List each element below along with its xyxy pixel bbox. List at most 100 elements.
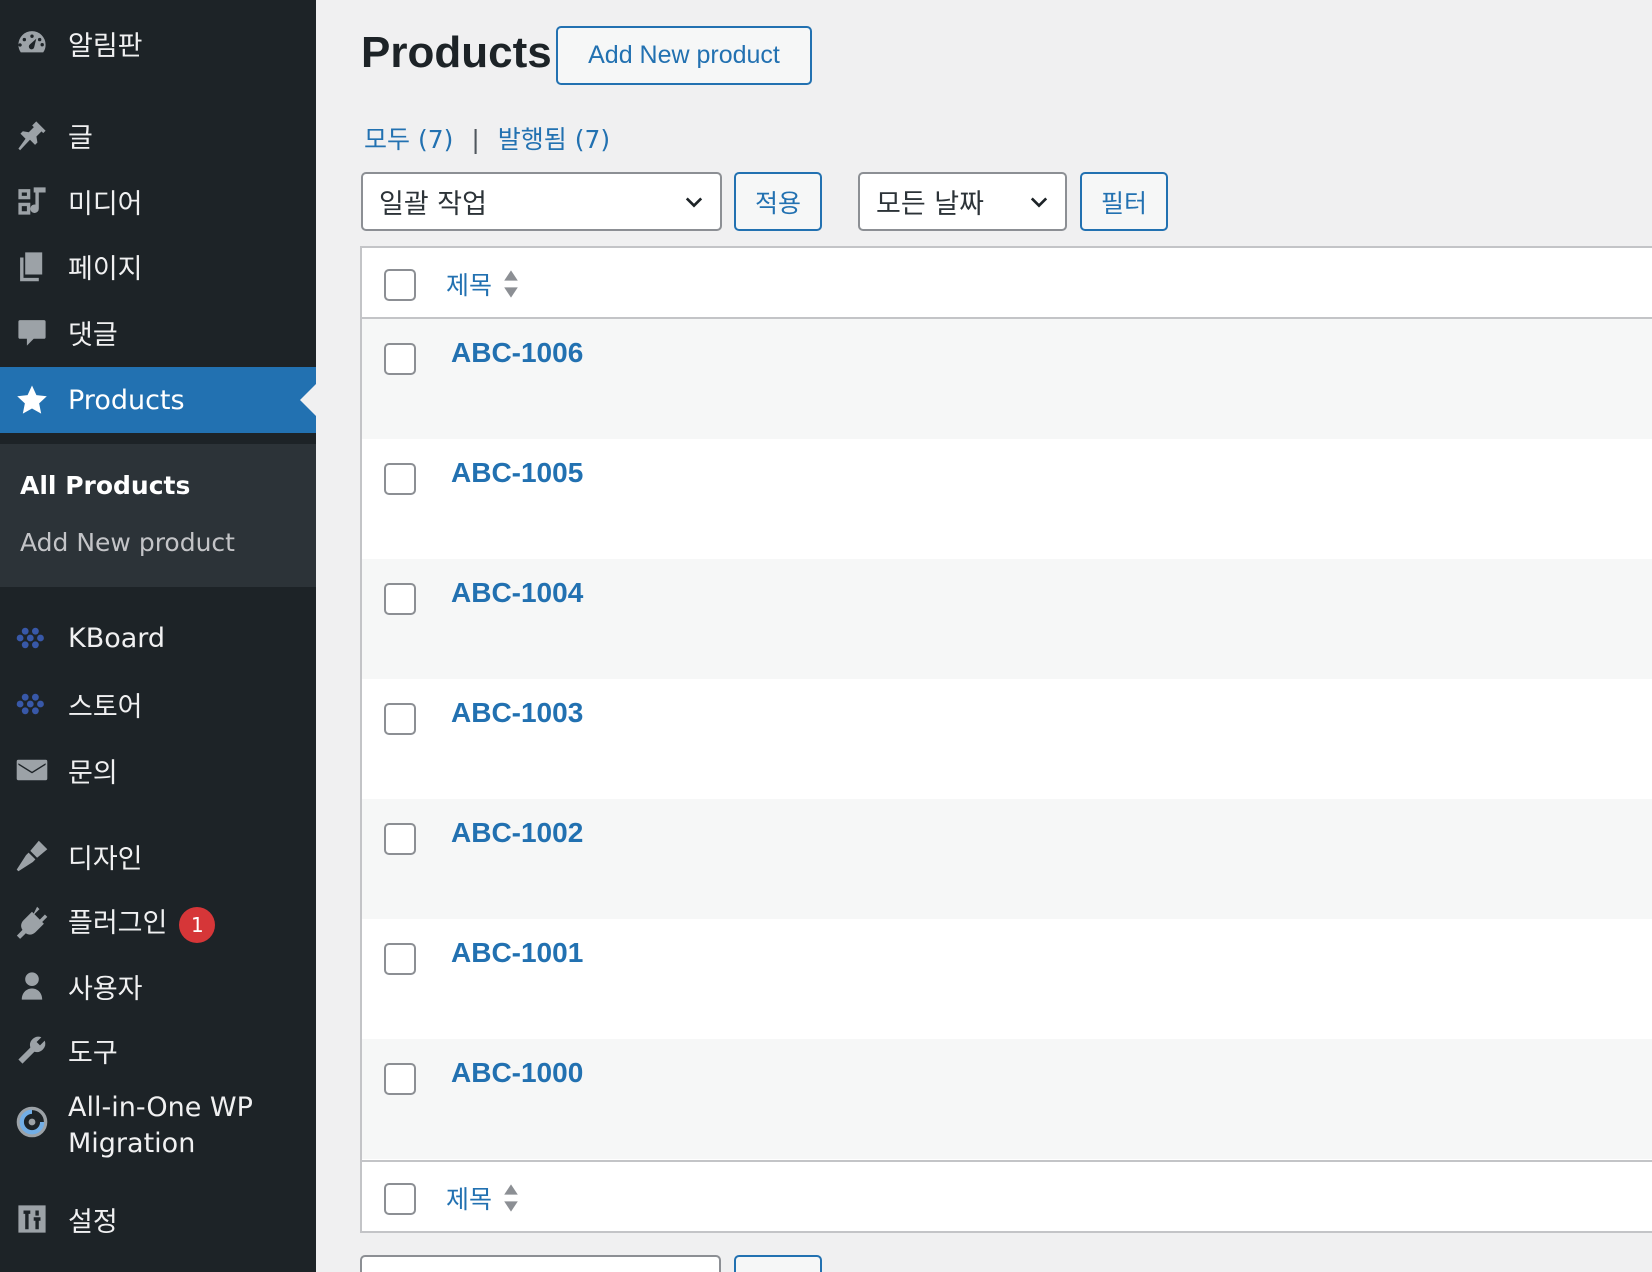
sidebar-item-label: 스토어 <box>68 691 143 723</box>
sidebar-item-settings[interactable]: 설정 <box>0 1188 316 1250</box>
media-icon <box>14 183 50 219</box>
view-published-label: 발행됨 <box>497 125 567 154</box>
row-checkbox[interactable] <box>384 463 416 495</box>
title-column-label: 제목 <box>446 271 493 300</box>
product-title-link[interactable]: ABC-1005 <box>451 457 583 489</box>
sidebar-item-migration[interactable]: All-in-One WP Migration <box>0 1086 316 1166</box>
sidebar-item-comments[interactable]: 댓글 <box>0 301 316 363</box>
migration-icon <box>14 1104 50 1140</box>
product-title-link[interactable]: ABC-1001 <box>451 937 583 969</box>
sidebar-item-appearance[interactable]: 디자인 <box>0 825 316 887</box>
sidebar-item-label: All-in-One WP Migration <box>68 1090 253 1162</box>
comment-icon <box>14 314 50 350</box>
sidebar-item-plugins[interactable]: 플러그인 1 <box>0 891 316 953</box>
sidebar-item-label: 디자인 <box>68 843 143 875</box>
admin-sidebar: 알림판 글 미디어 페이지 댓글 Products All Products A… <box>0 0 316 1272</box>
product-title-link[interactable]: ABC-1006 <box>451 337 583 369</box>
table-row: ABC-1006 <box>362 319 1652 439</box>
user-icon <box>14 968 50 1004</box>
chevron-down-icon <box>685 197 703 208</box>
mail-icon <box>14 752 50 788</box>
sort-icon <box>504 1184 518 1212</box>
sidebar-item-products[interactable]: Products <box>0 367 316 433</box>
sidebar-item-label: 플러그인 1 <box>68 901 216 943</box>
view-published-count: (7) <box>574 125 611 154</box>
apply-button[interactable]: 적용 <box>734 172 822 231</box>
title-column-header[interactable]: 제목 <box>446 266 520 302</box>
row-checkbox[interactable] <box>384 703 416 735</box>
bulk-action-select[interactable]: 일괄 작업 <box>361 172 722 231</box>
view-all-link[interactable]: 모두 (7) <box>364 125 453 154</box>
views-separator: | <box>471 125 480 154</box>
chevron-down-icon <box>1030 197 1048 208</box>
sidebar-item-media[interactable]: 미디어 <box>0 170 316 232</box>
sidebar-item-tools[interactable]: 도구 <box>0 1019 316 1081</box>
sidebar-item-label: 글 <box>68 122 93 154</box>
product-title-link[interactable]: ABC-1000 <box>451 1057 583 1089</box>
products-submenu: All Products Add New product <box>0 444 316 587</box>
page-icon <box>14 248 50 284</box>
sidebar-item-label: KBoard <box>68 622 166 654</box>
row-checkbox[interactable] <box>384 1063 416 1095</box>
dashboard-icon <box>14 25 50 61</box>
submenu-add-new-product[interactable]: Add New product <box>20 528 235 557</box>
add-new-product-button[interactable]: Add New product <box>556 26 812 85</box>
row-checkbox[interactable] <box>384 583 416 615</box>
view-published-link[interactable]: 발행됨 (7) <box>498 125 610 154</box>
bulk-action-select-bottom[interactable] <box>360 1255 721 1272</box>
bulk-action-selected: 일괄 작업 <box>379 189 487 220</box>
table-row: ABC-1000 <box>362 1039 1652 1159</box>
status-views: 모두 (7) | 발행됨 (7) <box>364 120 610 156</box>
row-checkbox[interactable] <box>384 343 416 375</box>
migration-label-line1: All-in-One WP <box>68 1092 253 1123</box>
sidebar-item-contact[interactable]: 문의 <box>0 739 316 801</box>
date-filter-select[interactable]: 모든 날짜 <box>858 172 1067 231</box>
title-column-footer[interactable]: 제목 <box>446 1180 520 1216</box>
kboard-icon <box>14 620 50 656</box>
sidebar-item-label: 문의 <box>68 757 118 789</box>
select-all-checkbox[interactable] <box>384 269 416 301</box>
view-all-count: (7) <box>417 125 454 154</box>
submenu-all-products[interactable]: All Products <box>20 471 190 500</box>
table-footer: 제목 <box>362 1160 1652 1231</box>
settings-icon <box>14 1201 50 1237</box>
row-checkbox[interactable] <box>384 823 416 855</box>
brush-icon <box>14 838 50 874</box>
page-title: Products <box>361 28 552 77</box>
date-filter-selected: 모든 날짜 <box>876 189 984 220</box>
table-header: 제목 <box>362 248 1652 319</box>
product-title-link[interactable]: ABC-1004 <box>451 577 583 609</box>
row-checkbox[interactable] <box>384 943 416 975</box>
view-all-label: 모두 <box>364 125 411 154</box>
apply-button-bottom[interactable] <box>734 1255 822 1272</box>
products-table: 제목 ABC-1006 ABC-1005 ABC-1004 ABC-1003 A… <box>360 246 1652 1233</box>
pin-icon <box>14 117 50 153</box>
title-column-label: 제목 <box>446 1185 493 1214</box>
sidebar-item-label: Products <box>68 384 185 416</box>
table-row: ABC-1001 <box>362 919 1652 1039</box>
sidebar-item-store[interactable]: 스토어 <box>0 673 316 735</box>
filter-button[interactable]: 필터 <box>1080 172 1168 231</box>
sidebar-item-pages[interactable]: 페이지 <box>0 235 316 297</box>
table-row: ABC-1003 <box>362 679 1652 799</box>
product-title-link[interactable]: ABC-1002 <box>451 817 583 849</box>
sidebar-item-label: 댓글 <box>68 319 118 351</box>
sidebar-item-posts[interactable]: 글 <box>0 104 316 166</box>
sidebar-item-users[interactable]: 사용자 <box>0 955 316 1017</box>
sidebar-item-kboard[interactable]: KBoard <box>0 607 316 669</box>
migration-label-line2: Migration <box>68 1128 196 1159</box>
select-all-checkbox-footer[interactable] <box>384 1183 416 1215</box>
update-count-badge: 1 <box>179 906 216 943</box>
sidebar-item-dashboard[interactable]: 알림판 <box>0 12 316 74</box>
sidebar-item-label: 페이지 <box>68 253 143 285</box>
plugin-icon <box>14 904 50 940</box>
sort-icon <box>504 270 518 298</box>
plugins-label-text: 플러그인 <box>68 908 168 940</box>
table-row: ABC-1004 <box>362 559 1652 679</box>
main-content: Products Add New product 모두 (7) | 발행됨 (7… <box>316 0 1652 1272</box>
table-row: ABC-1002 <box>362 799 1652 919</box>
store-icon <box>14 686 50 722</box>
product-title-link[interactable]: ABC-1003 <box>451 697 583 729</box>
sidebar-item-label: 알림판 <box>68 30 143 62</box>
sidebar-item-label: 설정 <box>68 1206 118 1238</box>
